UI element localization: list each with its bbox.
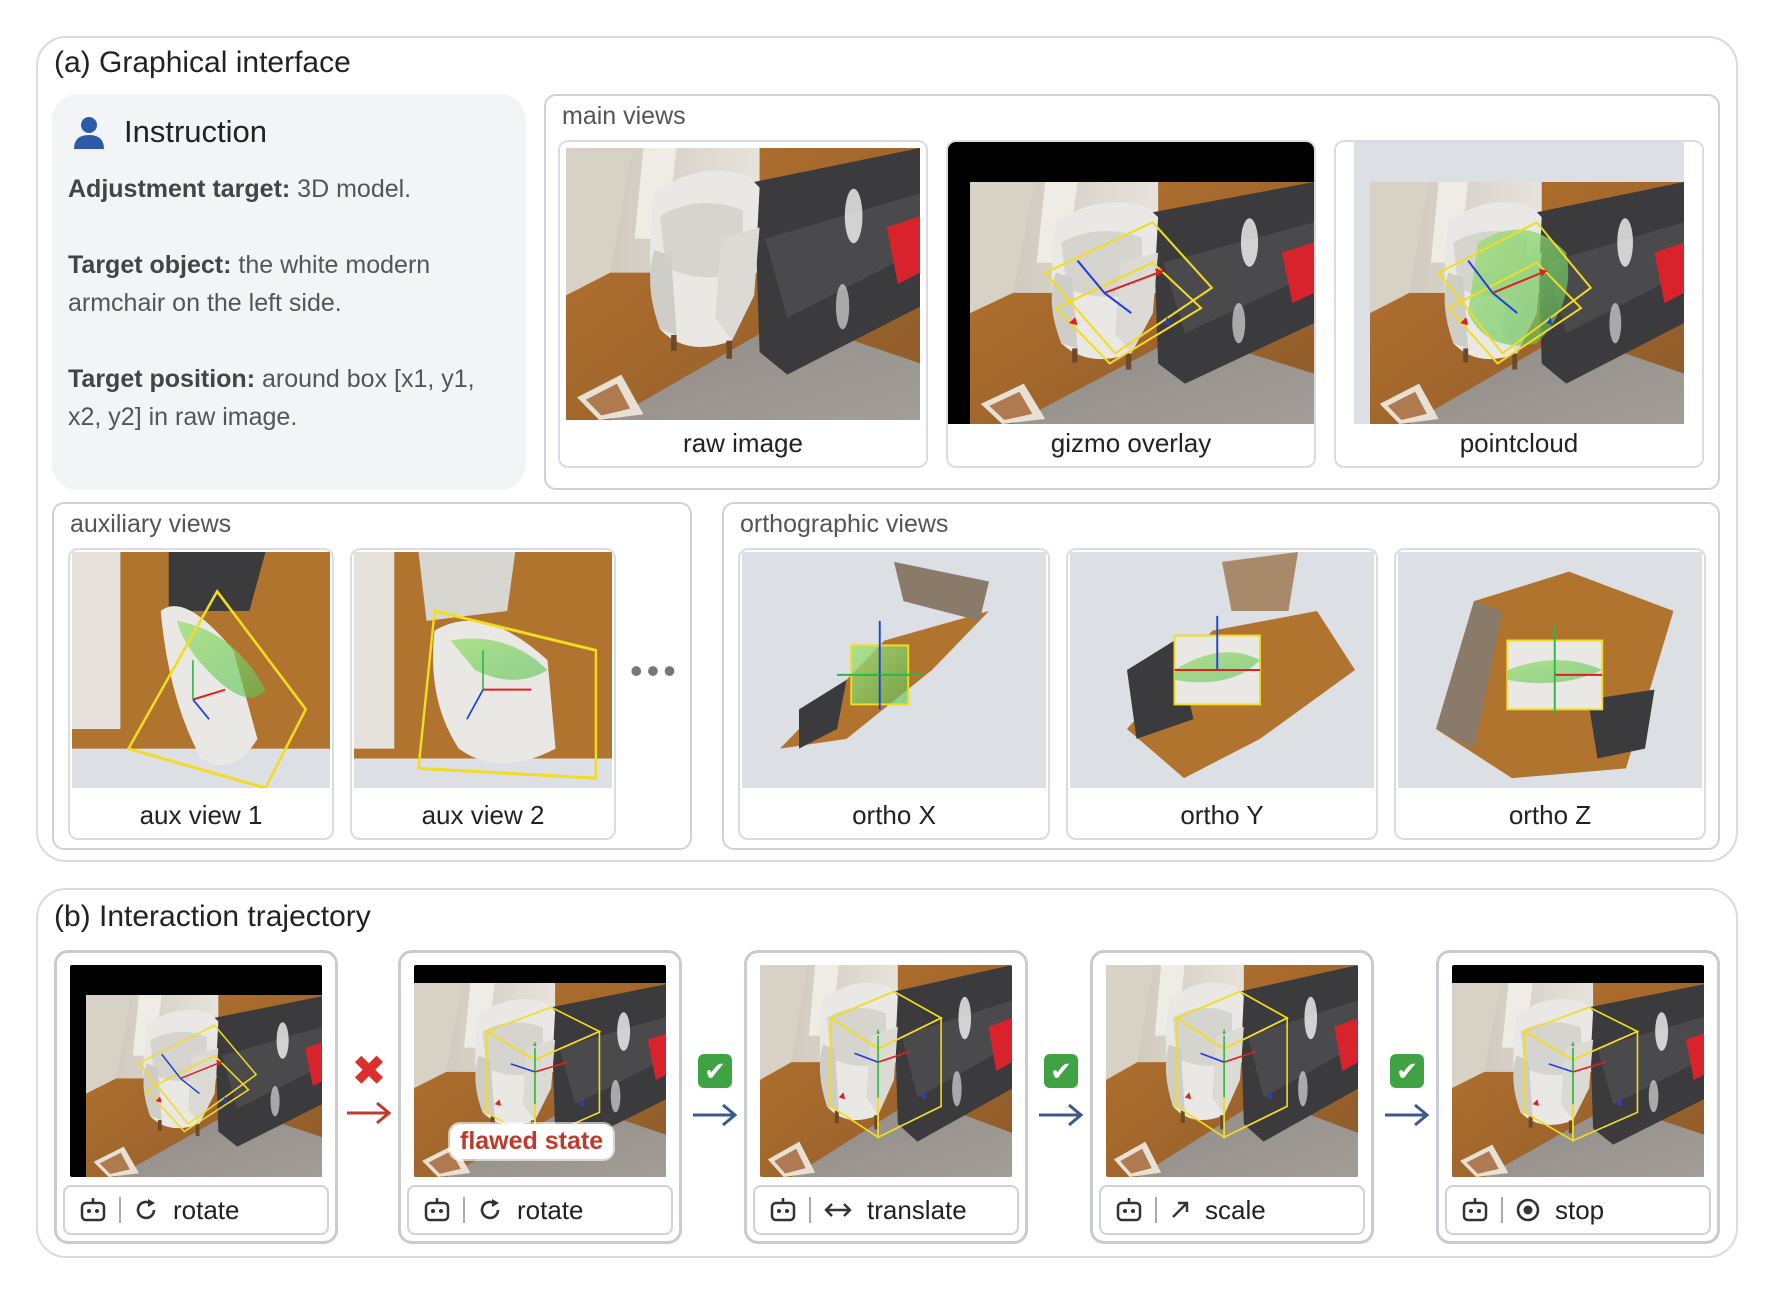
action-label: rotate [173,1194,240,1225]
instruction-header: Instruction [72,114,267,150]
step-image: flawed state [414,965,666,1177]
section-a-title: (a) Graphical interface [54,46,351,79]
main-views-panel: main views raw image gizmo overlay point… [544,94,1720,490]
caption: gizmo overlay [1050,428,1212,458]
caption: aux view 1 [139,800,263,830]
transition-accepted: ✔ [690,1054,740,1130]
target-position: Target position: around box [x1, y1, x2,… [68,365,475,431]
separator [1501,1197,1503,1223]
action-label: rotate [517,1194,584,1225]
instruction-heading: Instruction [124,114,268,149]
transition-rejected: ✖ [344,1050,394,1128]
aux-view-2-image [354,552,612,788]
action-bar: stop [1445,1185,1711,1235]
separator [1155,1197,1157,1223]
step-image [70,965,322,1177]
trajectory-step-1: rotate [54,950,338,1244]
translate-icon [824,1203,852,1217]
orthographic-views-title: orthographic views [740,510,949,538]
adjustment-target: Adjustment target: 3D model. [68,175,412,203]
step-image [1452,965,1704,1177]
trajectory-step-5: stop [1436,950,1720,1244]
caption: ortho Y [1180,800,1264,830]
separator [463,1197,465,1223]
caption: raw image [683,428,803,458]
separator [119,1197,121,1223]
scale-icon [1172,1201,1189,1218]
action-bar: rotate [63,1185,329,1235]
separator [809,1197,811,1223]
pointcloud-card: pointcloud [1334,140,1704,468]
caption: ortho Z [1508,800,1592,830]
arrow-right-icon [1039,1103,1084,1127]
trajectory-step-2: flawed state rotate [398,950,682,1244]
stop-icon [1516,1198,1540,1222]
pointcloud-image [1354,142,1684,424]
robot-icon [1116,1198,1142,1222]
section-b-title: (b) Interaction trajectory [54,900,371,933]
trajectory-step-4: scale [1090,950,1374,1244]
ortho-y-card: ortho Y [1066,548,1378,840]
transition-accepted: ✔ [1382,1054,1432,1130]
robot-icon [424,1198,450,1222]
auxiliary-views-title: auxiliary views [70,510,232,538]
robot-icon [770,1198,796,1222]
step-image [1106,965,1358,1177]
check-mark-icon: ✔ [1044,1054,1078,1088]
instruction-body: Adjustment target: 3D model. Target obje… [68,170,513,474]
instruction-panel: Instruction Adjustment target: 3D model.… [52,94,526,490]
ortho-z-image [1398,552,1702,788]
action-label: scale [1205,1194,1266,1225]
auxiliary-views-panel: auxiliary views aux view 1 aux view 2 ••… [52,502,692,850]
reject-mark-icon: ✖ [351,1047,387,1094]
action-label: translate [867,1194,967,1225]
action-bar: translate [753,1185,1019,1235]
action-label: stop [1555,1194,1605,1225]
robot-icon [1462,1198,1488,1222]
ortho-x-image [742,552,1046,788]
target-object: Target object: the white modern armchair… [68,251,431,317]
action-bar: rotate [407,1185,673,1235]
gizmo-overlay-card: gizmo overlay [946,140,1316,468]
trajectory-step-3: translate [744,950,1028,1244]
arrow-right-icon [1385,1103,1430,1127]
caption: pointcloud [1459,428,1579,458]
rotate-icon [480,1199,500,1220]
aux-view-1-card: aux view 1 [68,548,334,840]
orthographic-views-panel: orthographic views ortho X ortho Y ortho… [722,502,1720,850]
raw-image-card: raw image [558,140,928,468]
raw-image [566,148,920,420]
arrow-right-icon [693,1103,738,1127]
check-mark-icon: ✔ [1390,1054,1424,1088]
robot-icon [80,1198,106,1222]
more-views-ellipsis: ••• [630,650,680,691]
step-image [760,965,1012,1177]
gizmo-overlay-image [948,142,1314,424]
rotate-icon [136,1199,156,1220]
aux-view-2-card: aux view 2 [350,548,616,840]
ortho-x-card: ortho X [738,548,1050,840]
aux-view-1-image [72,552,330,788]
ortho-z-card: ortho Z [1394,548,1706,840]
transition-accepted: ✔ [1036,1054,1086,1130]
flawed-state-badge: flawed state [450,1124,614,1159]
ortho-y-image [1070,552,1374,788]
main-views-title: main views [562,102,686,130]
arrow-right-icon [347,1101,392,1125]
user-icon [74,117,104,149]
action-bar: scale [1099,1185,1365,1235]
check-mark-icon: ✔ [698,1054,732,1088]
caption: aux view 2 [421,800,545,830]
caption: ortho X [852,800,936,830]
